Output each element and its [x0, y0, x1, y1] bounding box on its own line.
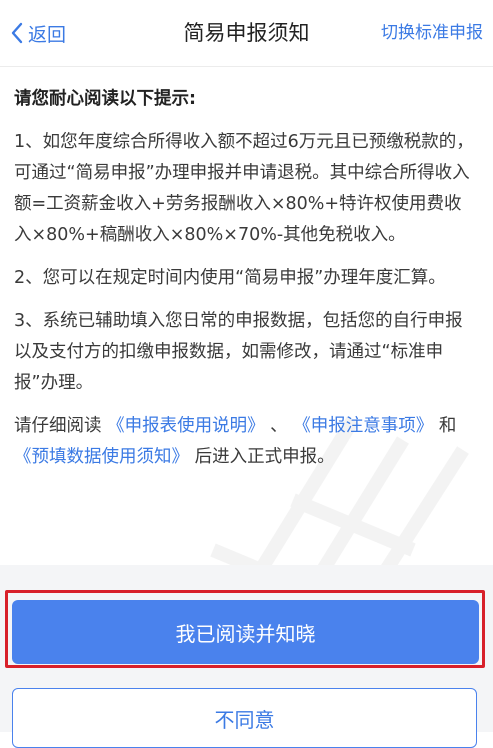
notice-content: 请您耐心阅读以下提示: 1、如您年度综合所得收入额不超过6万元且已预缴税款的，可… — [14, 66, 476, 485]
notice-reading-instruction: 请仔细阅读 《申报表使用说明》 、 《申报注意事项》 和 《预填数据使用须知》 … — [14, 411, 476, 473]
declaration-form-guide-link[interactable]: 《申报表使用说明》 — [107, 416, 265, 436]
notice-heading: 请您耐心阅读以下提示: — [14, 89, 196, 109]
reading-prefix: 请仔细阅读 — [14, 416, 102, 436]
reading-suffix: 后进入正式申报。 — [194, 447, 335, 467]
top-nav-bar: 返回 简易申报须知 切换标准申报 — [0, 0, 493, 67]
disagree-button[interactable]: 不同意 — [12, 688, 477, 748]
and-text: 和 — [438, 416, 457, 436]
prefilled-data-notice-link[interactable]: 《预填数据使用须知》 — [14, 447, 189, 467]
declaration-notes-link[interactable]: 《申报注意事项》 — [293, 416, 433, 436]
agree-button[interactable]: 我已阅读并知晓 — [12, 600, 479, 664]
separator-text: 、 — [270, 416, 288, 436]
switch-standard-declaration-link[interactable]: 切换标准申报 — [381, 18, 483, 48]
notice-item-3: 3、系统已辅助填入您日常的申报数据，包括您的自行申报以及支付方的扣缴申报数据，如… — [14, 311, 463, 393]
notice-item-1: 1、如您年度综合所得收入额不超过6万元且已预缴税款的，可通过“简易申报”办理申报… — [14, 132, 474, 245]
notice-item-2: 2、您可以在规定时间内使用“简易申报”办理年度汇算。 — [14, 268, 446, 288]
